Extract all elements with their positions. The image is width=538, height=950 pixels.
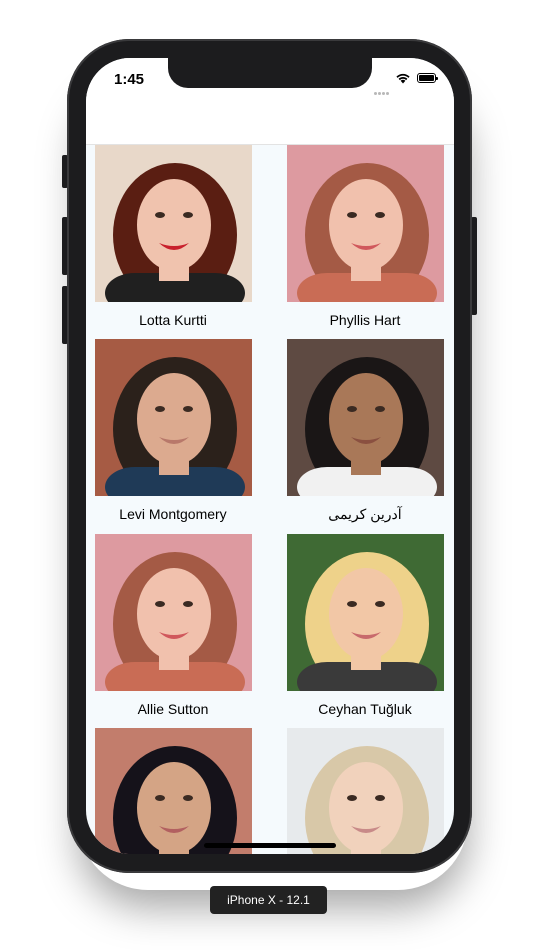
contact-name: Phyllis Hart [329,312,401,328]
contact-photo[interactable] [95,145,252,302]
battery-icon [417,73,438,83]
contact-name: Ceyhan Tuğluk [318,701,412,717]
phone-screen: 1:45 Lotta Kurtti Phyllis Hart Levi Montgo… [86,58,454,854]
contact-grid[interactable]: Lotta Kurtti Phyllis Hart Levi Montgomery آ… [86,145,454,854]
contact-cell[interactable]: Phyllis Hart [287,145,444,328]
contact-photo[interactable] [95,728,252,854]
contact-photo[interactable] [95,534,252,691]
notch [168,58,372,88]
contact-cell[interactable]: Ceyhan Tuğluk [287,534,444,717]
contact-photo[interactable] [287,339,444,496]
contact-photo[interactable] [287,728,444,854]
contact-photo[interactable] [95,339,252,496]
contact-cell[interactable]: Lotta Kurtti [95,145,252,328]
contact-cell[interactable] [95,728,252,854]
contact-cell[interactable]: Levi Montgomery [95,339,252,522]
contact-cell[interactable]: Allie Sutton [95,534,252,717]
contact-name: Lotta Kurtti [139,312,207,328]
contact-name: Allie Sutton [137,701,209,717]
contact-photo[interactable] [287,145,444,302]
status-time: 1:45 [114,71,145,88]
wifi-icon [396,73,410,84]
contact-name: Levi Montgomery [119,506,227,522]
signal-icon [374,82,390,100]
navigation-bar [86,102,454,145]
contact-cell[interactable]: آدرین کریمی [287,339,444,523]
home-indicator[interactable] [204,843,336,848]
contact-photo[interactable] [287,534,444,691]
contact-name: آدرین کریمی [328,506,402,522]
contact-cell[interactable] [287,728,444,854]
device-label: iPhone X - 12.1 [210,886,327,914]
